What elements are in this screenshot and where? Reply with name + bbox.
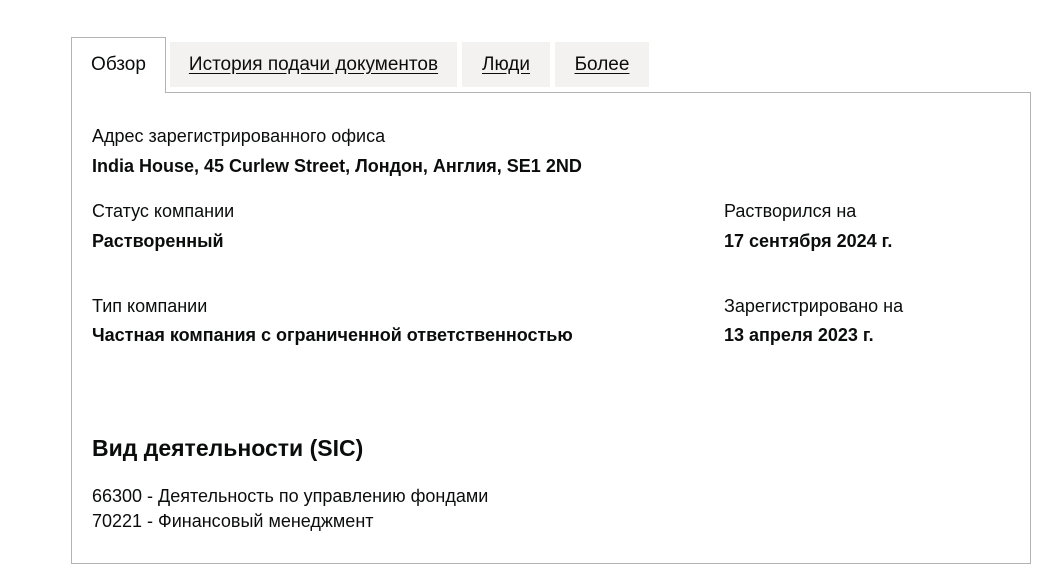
- overview-panel: Адрес зарегистрированного офиса India Ho…: [71, 92, 1031, 564]
- incorporated-on-label: Зарегистрировано на: [724, 296, 904, 316]
- dissolved-on-value: 17 сентября 2024 г.: [724, 231, 893, 251]
- tab-more[interactable]: Более: [555, 42, 649, 87]
- sic-heading: Вид деятельности (SIC): [92, 435, 364, 461]
- dissolved-on-label: Растворился на: [724, 201, 857, 221]
- tab-list: Обзор История подачи документов Люди Бол…: [71, 37, 1031, 93]
- company-status-label: Статус компании: [92, 201, 235, 221]
- sic-item-66300: 66300 - Деятельность по управлению фонда…: [92, 486, 489, 506]
- company-type-label: Тип компании: [92, 296, 208, 316]
- tab-filing-history[interactable]: История подачи документов: [170, 42, 457, 87]
- company-status-value: Растворенный: [92, 231, 224, 251]
- tab-people[interactable]: Люди: [462, 42, 550, 87]
- sic-list: 66300 - Деятельность по управлению фонда…: [92, 484, 488, 534]
- sic-item-70221: 70221 - Финансовый менеджмент: [92, 511, 374, 531]
- tab-overview[interactable]: Обзор: [71, 37, 166, 93]
- incorporated-on-value: 13 апреля 2023 г.: [724, 325, 874, 345]
- registered-office-label: Адрес зарегистрированного офиса: [92, 126, 386, 146]
- registered-office-address: India House, 45 Curlew Street, Лондон, А…: [92, 156, 582, 176]
- company-type-value: Частная компания с ограниченной ответств…: [92, 325, 573, 345]
